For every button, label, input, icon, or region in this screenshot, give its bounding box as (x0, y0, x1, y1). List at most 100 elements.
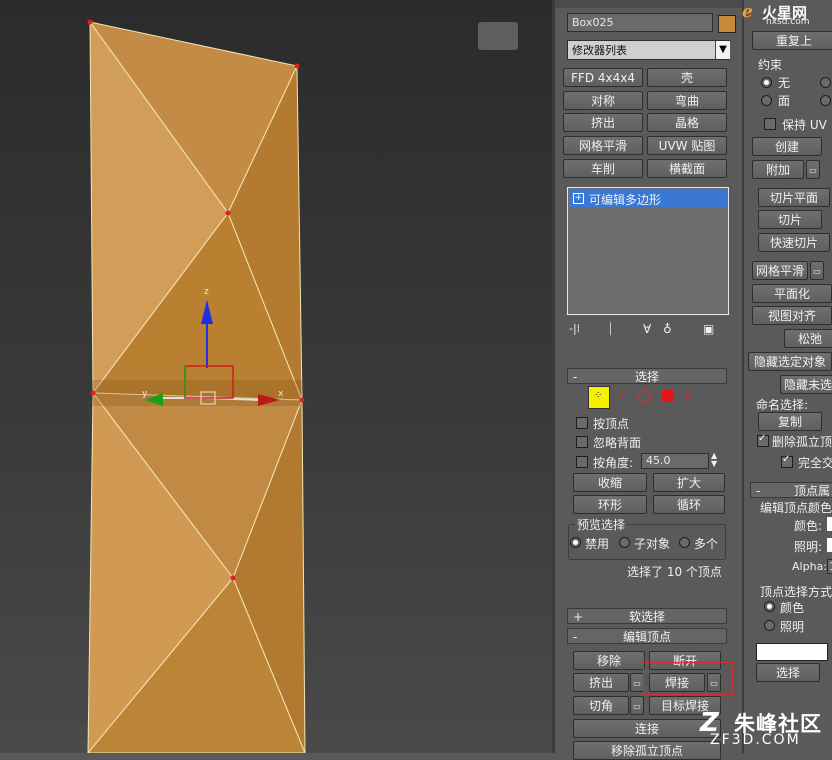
constraint-face-label: 面 (778, 94, 791, 108)
watermark-logo-icon: ℯ (742, 2, 753, 22)
preview-disabled-label: 禁用 (585, 537, 610, 551)
second-command-panel: 重复上 约束 无 面 保持 UV 创建 附加 ▭ 切片平面 切片 快速切片 网格… (742, 0, 832, 753)
watermark-bottom: Z 朱峰社区 ZF3D.COM (700, 706, 830, 750)
select-button[interactable]: 选择 (756, 663, 820, 682)
modifier-button[interactable]: 挤出 (563, 113, 643, 132)
modifier-list-dropdown[interactable]: 修改器列表 (567, 40, 730, 60)
constraint-face-radio[interactable] (761, 95, 772, 106)
color-label: 颜色: (794, 519, 823, 533)
select-by-illum-label: 照明 (780, 620, 805, 634)
expand-icon[interactable]: + (573, 193, 584, 204)
modifier-button[interactable]: 网格平滑 (563, 136, 643, 155)
modifier-button[interactable]: 晶格 (647, 113, 727, 132)
constraint-none-radio[interactable] (761, 77, 772, 88)
alpha-field[interactable]: 1 (827, 559, 832, 574)
perspective-viewport[interactable]: z x y (0, 0, 552, 753)
slice-plane-button[interactable]: 切片平面 (758, 188, 830, 207)
copy-button[interactable]: 复制 (758, 412, 822, 431)
element-mode-icon[interactable]: ⧉ (683, 388, 692, 403)
object-color-swatch[interactable] (718, 15, 736, 33)
meshsmooth-button[interactable]: 网格平滑 (752, 261, 808, 280)
modifier-button[interactable]: 对称 (563, 91, 643, 110)
preview-disabled-radio[interactable] (570, 537, 581, 548)
grow-button[interactable]: 扩大 (653, 473, 725, 492)
select-by-color-label: 颜色 (780, 601, 805, 615)
relax-button[interactable]: 松弛 (784, 329, 832, 348)
edit-vertex-color-title: 编辑顶点颜色 (760, 501, 832, 515)
remove-isolated-button[interactable]: 移除孤立顶点 (573, 741, 721, 760)
make-unique-icon[interactable]: ∀ (643, 322, 651, 336)
modifier-button[interactable]: 弯曲 (647, 91, 727, 110)
loop-button[interactable]: 循环 (653, 495, 725, 514)
modifier-button[interactable]: 壳 (647, 68, 727, 87)
soft-selection-rollout-header[interactable]: + 软选择 (567, 608, 727, 624)
vertex-properties-rollout-header[interactable]: - 顶点属 (750, 482, 832, 498)
preserve-uv-label: 保持 UV (782, 118, 827, 132)
full-interactive-checkbox[interactable]: ✓ (781, 454, 793, 468)
show-end-result-icon[interactable]: ⏐ (607, 322, 614, 337)
stack-item-editable-poly[interactable]: + 可编辑多边形 (569, 190, 727, 207)
extrude-button[interactable]: 挤出 (573, 673, 629, 692)
vertex-mode-icon[interactable]: ⁘ (588, 386, 610, 409)
meshsmooth-settings-button[interactable]: ▭ (810, 261, 824, 280)
configure-sets-icon[interactable]: ▣ (703, 322, 714, 336)
modifier-button[interactable]: UVW 贴图 (647, 136, 727, 155)
pin-stack-icon[interactable]: -|⁞ (569, 322, 580, 335)
chamfer-button[interactable]: 切角 (573, 696, 629, 715)
edit-vertices-rollout-header[interactable]: - 编辑顶点 (567, 628, 727, 644)
by-vertex-checkbox[interactable] (576, 417, 588, 429)
spinner-arrows-icon[interactable]: ▲ ▼ (711, 452, 717, 468)
border-mode-icon[interactable]: ◯ (637, 389, 652, 404)
select-by-color-radio[interactable] (764, 601, 775, 612)
slice-button[interactable]: 切片 (758, 210, 822, 229)
hide-selected-button[interactable]: 隐藏选定对象 (748, 352, 832, 371)
modifier-button[interactable]: 横截面 (647, 159, 727, 178)
panel-tabs[interactable] (555, 0, 745, 8)
attach-settings-button[interactable]: ▭ (806, 160, 820, 179)
chamfer-settings-button[interactable]: ▭ (630, 696, 644, 715)
viewport-scene: z x y (87, 19, 306, 753)
extrude-settings-button[interactable]: ▭ (630, 673, 644, 692)
full-interactive-label: 完全交 (798, 456, 832, 470)
watermark-top-subtext: hxsd.com (766, 17, 810, 27)
delete-isolated-checkbox[interactable]: ✓ (757, 433, 769, 447)
ignore-backface-checkbox[interactable] (576, 436, 588, 448)
by-angle-checkbox[interactable] (576, 456, 588, 468)
y-axis-label: y (142, 389, 148, 399)
modifier-stack[interactable]: + 可编辑多边形 (567, 187, 729, 315)
weld-highlight-box (643, 662, 733, 695)
connect-button[interactable]: 连接 (573, 719, 721, 738)
remove-button[interactable]: 移除 (573, 651, 645, 670)
object-name-field[interactable]: Box025 (567, 13, 713, 32)
illumination-swatch[interactable] (827, 538, 832, 552)
remove-modifier-icon[interactable]: ♁ (663, 322, 672, 336)
constraint-edge-radio[interactable] (820, 77, 831, 88)
shrink-button[interactable]: 收缩 (573, 473, 647, 492)
angle-spinner[interactable]: 45.0 (641, 453, 709, 469)
selection-rollout-header[interactable]: - 选择 (567, 368, 727, 384)
edge-mode-icon[interactable]: ⟋ (617, 389, 626, 404)
planarize-button[interactable]: 平面化 (752, 284, 832, 303)
preview-subobject-radio[interactable] (619, 537, 630, 548)
modifier-button[interactable]: 车削 (563, 159, 643, 178)
alpha-label: Alpha: (792, 560, 827, 573)
modifier-button[interactable]: FFD 4x4x4 (563, 68, 643, 87)
select-by-illum-radio[interactable] (764, 620, 775, 631)
viewcube[interactable] (478, 22, 518, 50)
constraint-normal-radio[interactable] (820, 95, 831, 106)
preview-multi-radio[interactable] (679, 537, 690, 548)
selection-status: 选择了 10 个顶点 (627, 565, 722, 579)
vertex-color-swatch[interactable] (827, 517, 832, 531)
quick-slice-button[interactable]: 快速切片 (758, 233, 830, 252)
ring-button[interactable]: 环形 (573, 495, 647, 514)
collapse-icon: - (573, 370, 578, 384)
select-color-swatch[interactable] (756, 643, 828, 661)
polygon-mode-icon[interactable] (662, 390, 674, 402)
attach-button[interactable]: 附加 (752, 160, 804, 179)
hide-unselected-button[interactable]: 隐藏未选 (780, 375, 832, 394)
view-align-button[interactable]: 视图对齐 (752, 306, 832, 325)
preserve-uv-checkbox[interactable] (764, 118, 776, 130)
create-button[interactable]: 创建 (752, 137, 822, 156)
repeat-last-button[interactable]: 重复上 (752, 31, 832, 50)
chevron-down-icon[interactable]: ▼ (715, 41, 730, 59)
